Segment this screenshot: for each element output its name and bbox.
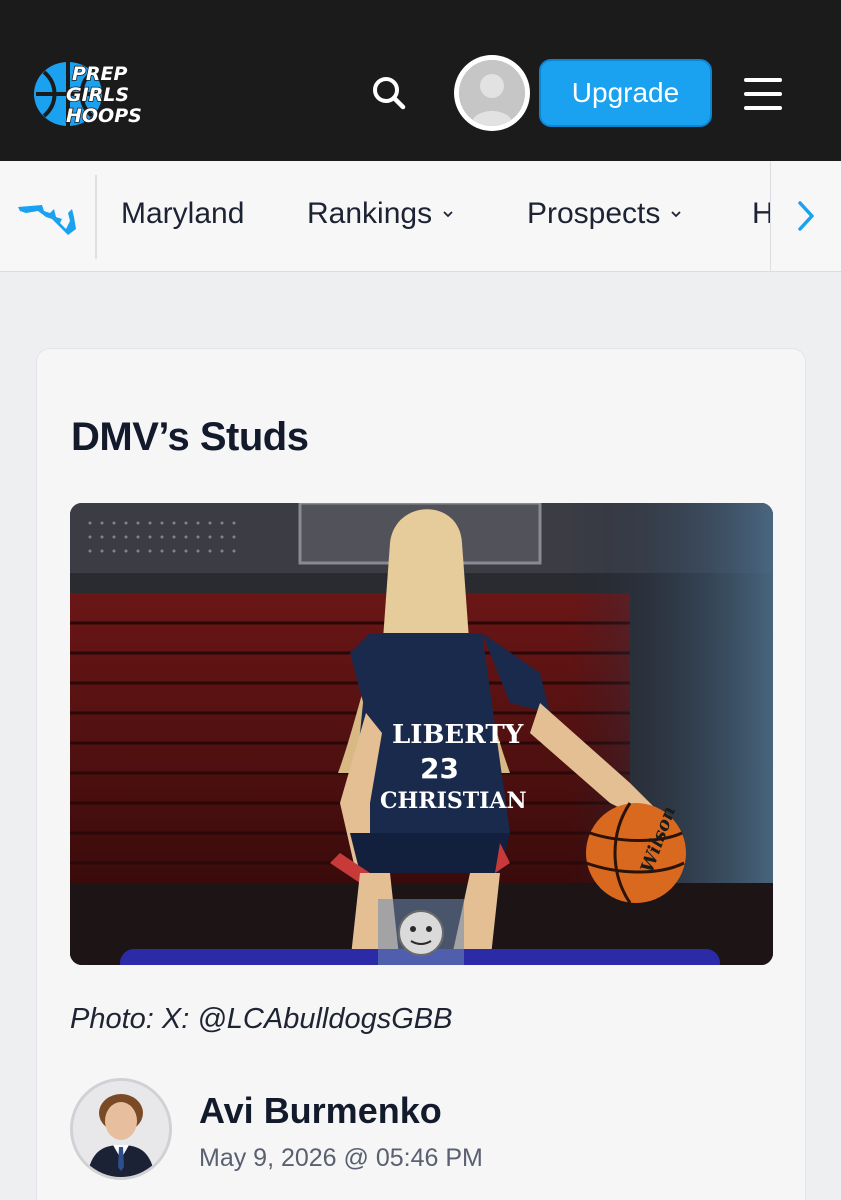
nav-item-truncated[interactable]: H [752,197,770,237]
article-title: DMV’s Studs [71,415,309,459]
nav-scroll-right-button[interactable] [770,161,841,271]
svg-text:CHRISTIAN: CHRISTIAN [380,788,527,814]
search-button[interactable] [366,70,412,116]
nav-divider [95,175,97,259]
nav-item-label: Prospects [527,197,661,230]
nav-item-maryland[interactable]: Maryland [121,197,244,231]
publish-date: May 9, 2026 @ 05:46 PM [199,1144,483,1172]
maryland-state-icon[interactable] [16,195,78,239]
logo-text-hoops: HOOPS [66,105,142,127]
user-avatar-icon [459,60,525,126]
author-avatar[interactable] [70,1078,172,1180]
photo-credit: Photo: X: @LCAbulldogsGBB [70,1003,453,1035]
site-header: PREP GIRLS HOOPS Upgrade [0,0,841,161]
chevron-down-icon [671,211,682,218]
nav-item-label: Rankings [307,197,433,230]
article-card: DMV’s Studs LIBERTY 23 CHRISTIAN Wilson … [36,348,806,1200]
chevron-right-icon [798,201,814,231]
hamburger-menu-icon[interactable] [740,74,786,114]
prep-girls-hoops-logo[interactable]: PREP GIRLS HOOPS [32,58,164,130]
nav-item-prospects[interactable]: Prospects [527,197,682,231]
profile-button[interactable] [454,55,530,131]
nav-item-label: Maryland [121,197,245,230]
nav-item-rankings[interactable]: Rankings [307,197,454,231]
svg-text:23: 23 [420,752,459,785]
chevron-down-icon [443,211,453,218]
svg-text:LIBERTY: LIBERTY [392,720,524,750]
nav-item-label: H [752,197,770,230]
logo-text-prep: PREP [72,63,128,85]
search-icon [373,77,406,110]
section-nav: Maryland Rankings Prospects H [0,161,841,272]
upgrade-button[interactable]: Upgrade [539,59,712,127]
logo-text-girls: GIRLS [66,84,129,106]
author-name[interactable]: Avi Burmenko [199,1090,442,1132]
article-hero-image[interactable]: LIBERTY 23 CHRISTIAN Wilson [70,503,773,965]
